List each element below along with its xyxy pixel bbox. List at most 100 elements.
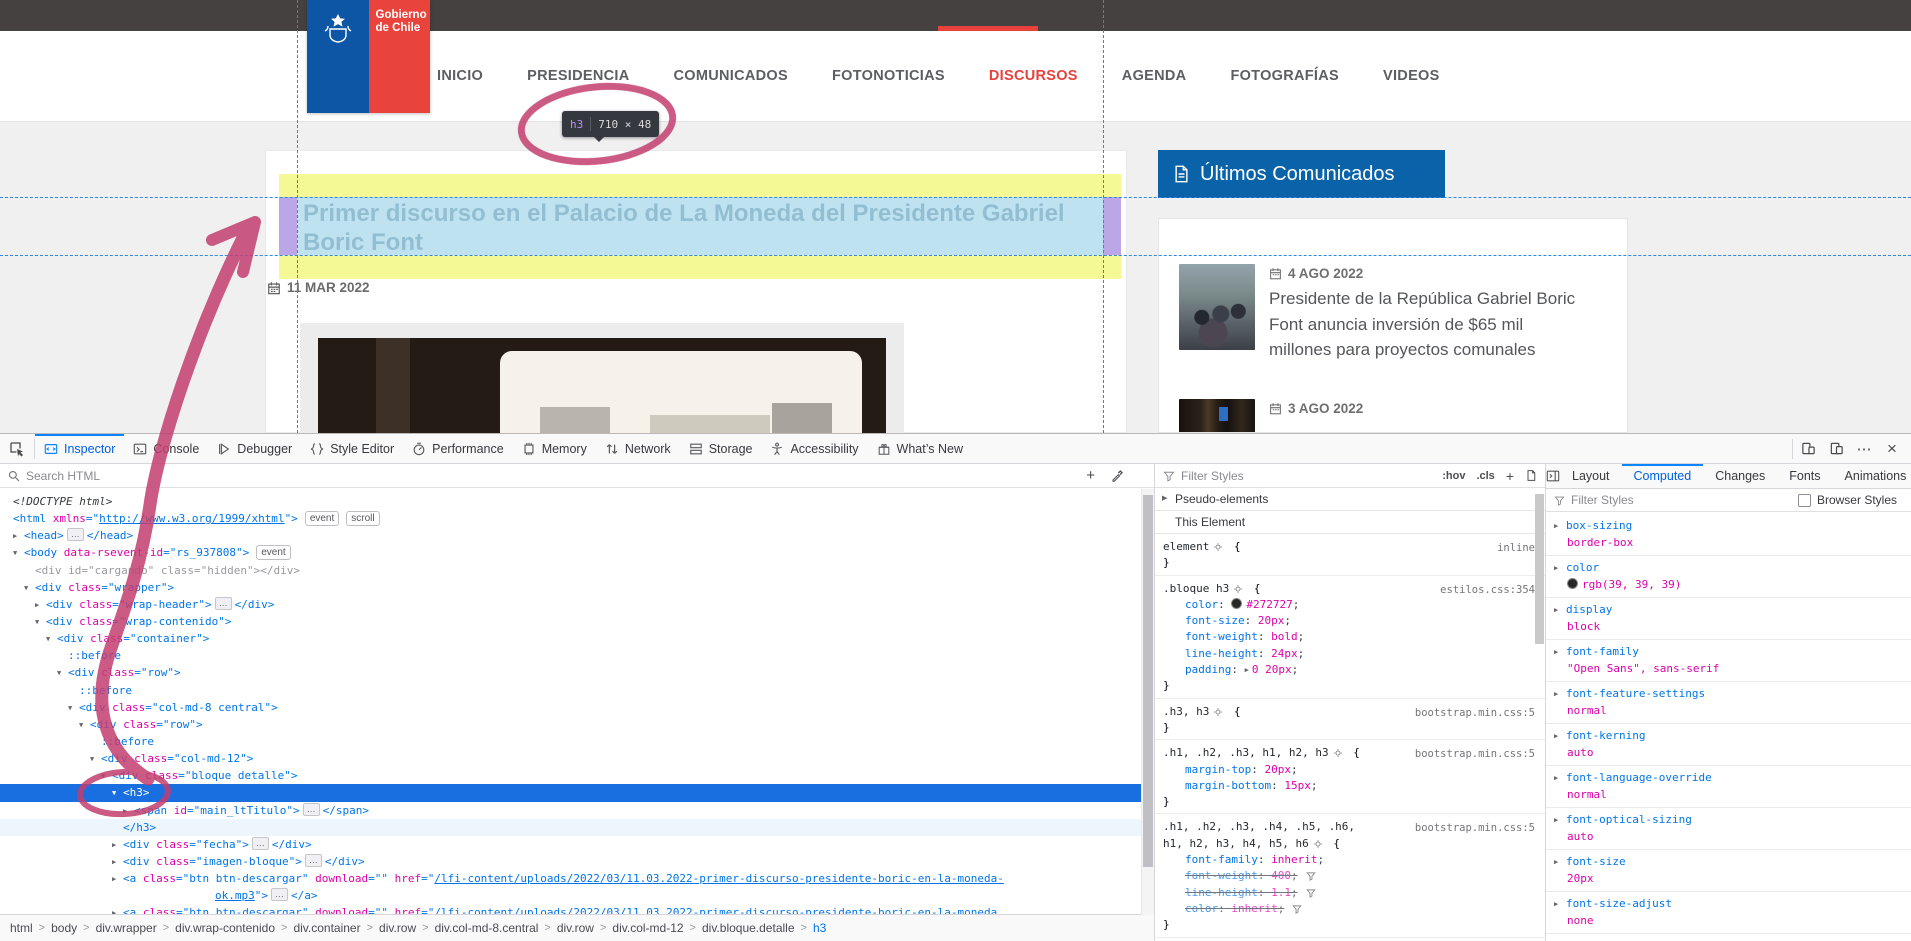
expand-arrow-icon[interactable]: ▶ — [112, 854, 123, 871]
rules-scrollbar[interactable] — [1535, 494, 1544, 644]
color-swatch[interactable] — [1231, 598, 1242, 609]
tab-storage[interactable]: Storage — [680, 434, 762, 463]
expand-arrow-icon[interactable]: ▶ — [1554, 561, 1566, 577]
gobierno-logo[interactable]: Gobierno de Chile — [307, 0, 430, 113]
expand-arrow-icon[interactable]: ▶ — [1554, 687, 1566, 703]
badge-event[interactable]: event — [305, 511, 339, 526]
tab-fonts[interactable]: Fonts — [1777, 464, 1832, 488]
breadcrumb-item[interactable]: body — [51, 921, 77, 935]
tab-animations[interactable]: Animations — [1833, 464, 1911, 488]
markup-row[interactable]: ▶<a class="btn btn-descargar" download="… — [0, 904, 1154, 914]
computed-property[interactable]: ▶displayblock — [1546, 598, 1911, 640]
markup-row[interactable]: ▼<div class="row"> — [0, 664, 1154, 681]
expand-arrow-icon[interactable]: ▶ — [1554, 729, 1566, 745]
tab-debugger[interactable]: Debugger — [208, 434, 301, 463]
breadcrumb-item[interactable]: div.col-md-12 — [612, 921, 683, 935]
close-devtools-button[interactable]: × — [1879, 434, 1905, 463]
rule-property[interactable]: color: #272727; — [1163, 597, 1537, 613]
expand-arrow-icon[interactable]: ▼ — [13, 545, 24, 562]
expand-arrow-icon[interactable]: ▼ — [112, 785, 123, 802]
css-rule[interactable]: bootstrap.min.css:5.h3, h3 {} — [1155, 699, 1545, 741]
expand-arrow-icon[interactable]: ▶ — [112, 905, 123, 914]
news-item[interactable]: 4 AGO 2022Presidente de la República Gab… — [1179, 264, 1579, 363]
breadcrumb-item[interactable]: html — [10, 921, 33, 935]
markup-row[interactable]: ▼<div class="wrapper"> — [0, 579, 1154, 596]
markup-row[interactable]: ▼<div class="bloque detalle"> — [0, 767, 1154, 784]
expand-arrow-icon[interactable]: ▶ — [35, 597, 46, 614]
computed-property[interactable]: ▶font-kerningauto — [1546, 724, 1911, 766]
eyedropper-button[interactable] — [1111, 469, 1124, 482]
rule-property[interactable]: margin-bottom: 15px; — [1163, 778, 1537, 794]
expand-arrow-icon[interactable]: ▶ — [1554, 603, 1566, 619]
breadcrumb-item[interactable]: div.wrap-contenido — [175, 921, 275, 935]
rule-source-link[interactable]: bootstrap.min.css:5 — [1415, 746, 1535, 762]
computed-property[interactable]: ▶font-size20px — [1546, 850, 1911, 892]
tab-console[interactable]: Console — [124, 434, 208, 463]
rule-property[interactable]: line-height: 24px; — [1163, 646, 1537, 662]
markup-row[interactable]: ▼<div class="col-md-8 central"> — [0, 699, 1154, 716]
expand-arrow-icon[interactable]: ▼ — [46, 631, 57, 648]
markup-row[interactable]: </h3> — [0, 819, 1154, 836]
collapsed-content-badge[interactable]: … — [303, 803, 320, 816]
markup-row[interactable]: ::before — [0, 647, 1154, 664]
computed-property[interactable]: ▶box-sizingborder-box — [1546, 514, 1911, 556]
markup-row[interactable]: ▼<div class="row"> — [0, 716, 1154, 733]
rule-property[interactable]: margin-top: 20px; — [1163, 762, 1537, 778]
expand-arrow-icon[interactable]: ▶ — [1554, 813, 1566, 829]
rule-property[interactable]: font-family: inherit; — [1163, 852, 1537, 868]
markup-row[interactable]: ▶<div class="fecha">…</div> — [0, 836, 1154, 853]
badge-scroll[interactable]: scroll — [346, 511, 379, 526]
breadcrumb-item[interactable]: div.container — [293, 921, 360, 935]
markup-row[interactable]: ▶<span id="main_ltTitulo">…</span> — [0, 802, 1154, 819]
tab-accessibility[interactable]: Accessibility — [761, 434, 867, 463]
computed-property[interactable]: ▶font-optical-sizingauto — [1546, 808, 1911, 850]
expand-arrow-icon[interactable]: ▼ — [57, 665, 68, 682]
computed-property[interactable]: ▶font-feature-settingsnormal — [1546, 682, 1911, 724]
css-rule[interactable]: bootstrap.min.css:5.h1, .h2, .h3, .h4, .… — [1155, 814, 1545, 937]
selector-highlighter-icon[interactable] — [1313, 839, 1323, 849]
cls-toggle[interactable]: .cls — [1476, 470, 1494, 482]
markup-row[interactable]: ▼<div class="wrap-contenido"> — [0, 613, 1154, 630]
expand-arrow-icon[interactable]: ▶ — [1554, 519, 1566, 535]
expand-arrow-icon[interactable]: ▶ — [13, 528, 24, 545]
pick-element-button[interactable] — [0, 434, 34, 463]
overridden-filter-icon[interactable] — [1306, 888, 1316, 898]
tab-computed[interactable]: Computed — [1622, 464, 1704, 488]
markup-row[interactable]: ▼<div class="col-md-12"> — [0, 750, 1154, 767]
overridden-filter-icon[interactable] — [1306, 871, 1316, 881]
tab-memory[interactable]: Memory — [513, 434, 596, 463]
selector-highlighter-icon[interactable] — [1233, 584, 1243, 594]
stylesheet-icon[interactable] — [1525, 469, 1537, 482]
css-rule[interactable]: bootstrap.min.css:5.h1, .h2, .h3, h1, h2… — [1155, 740, 1545, 814]
add-node-button[interactable]: + — [1086, 467, 1095, 484]
css-rule[interactable]: inlineelement {} — [1155, 534, 1545, 576]
collapsed-content-badge[interactable]: … — [271, 888, 288, 901]
computed-property[interactable]: ▶font-family"Open Sans", sans-serif — [1546, 640, 1911, 682]
selector-highlighter-icon[interactable] — [1333, 748, 1343, 758]
expand-arrow-icon[interactable]: ▶ — [1554, 645, 1566, 661]
nav-item-fotonoticias[interactable]: FOTONOTICIAS — [832, 68, 945, 84]
collapsed-content-badge[interactable]: … — [305, 854, 322, 867]
computed-property[interactable]: ▶font-size-adjustnone — [1546, 892, 1911, 934]
responsive-mode-button[interactable] — [1795, 434, 1821, 463]
rule-property[interactable]: font-size: 20px; — [1163, 613, 1537, 629]
expand-arrow-icon[interactable]: ▶ — [1554, 855, 1566, 871]
computed-property[interactable]: ▶colorrgb(39, 39, 39) — [1546, 556, 1911, 598]
rule-selector[interactable]: .bloque h3 — [1163, 582, 1229, 595]
comunicados-header[interactable]: Últimos Comunicados — [1158, 150, 1445, 198]
computed-filter-input[interactable]: Filter Styles — [1571, 493, 1634, 507]
attribute-link[interactable]: /lfi-content/uploads/2022/03/11.03.2022-… — [434, 906, 997, 914]
collapsed-content-badge[interactable]: … — [67, 528, 84, 541]
rule-source-link[interactable]: estilos.css:354 — [1440, 582, 1535, 598]
tab-performance[interactable]: Performance — [403, 434, 513, 463]
tab-whats-new[interactable]: What’s New — [868, 434, 972, 463]
breadcrumb-item[interactable]: div.wrapper — [96, 921, 157, 935]
separate-window-button[interactable] — [1823, 434, 1849, 463]
rule-selector[interactable]: element — [1163, 540, 1209, 553]
markup-scrollbar-thumb[interactable] — [1143, 495, 1153, 867]
rule-property[interactable]: line-height: 1.1; — [1163, 885, 1537, 901]
nav-item-comunicados[interactable]: COMUNICADOS — [674, 68, 788, 84]
tab-changes[interactable]: Changes — [1703, 464, 1777, 488]
breadcrumb-item[interactable]: div.col-md-8.central — [435, 921, 539, 935]
tab-layout[interactable]: Layout — [1560, 464, 1622, 488]
